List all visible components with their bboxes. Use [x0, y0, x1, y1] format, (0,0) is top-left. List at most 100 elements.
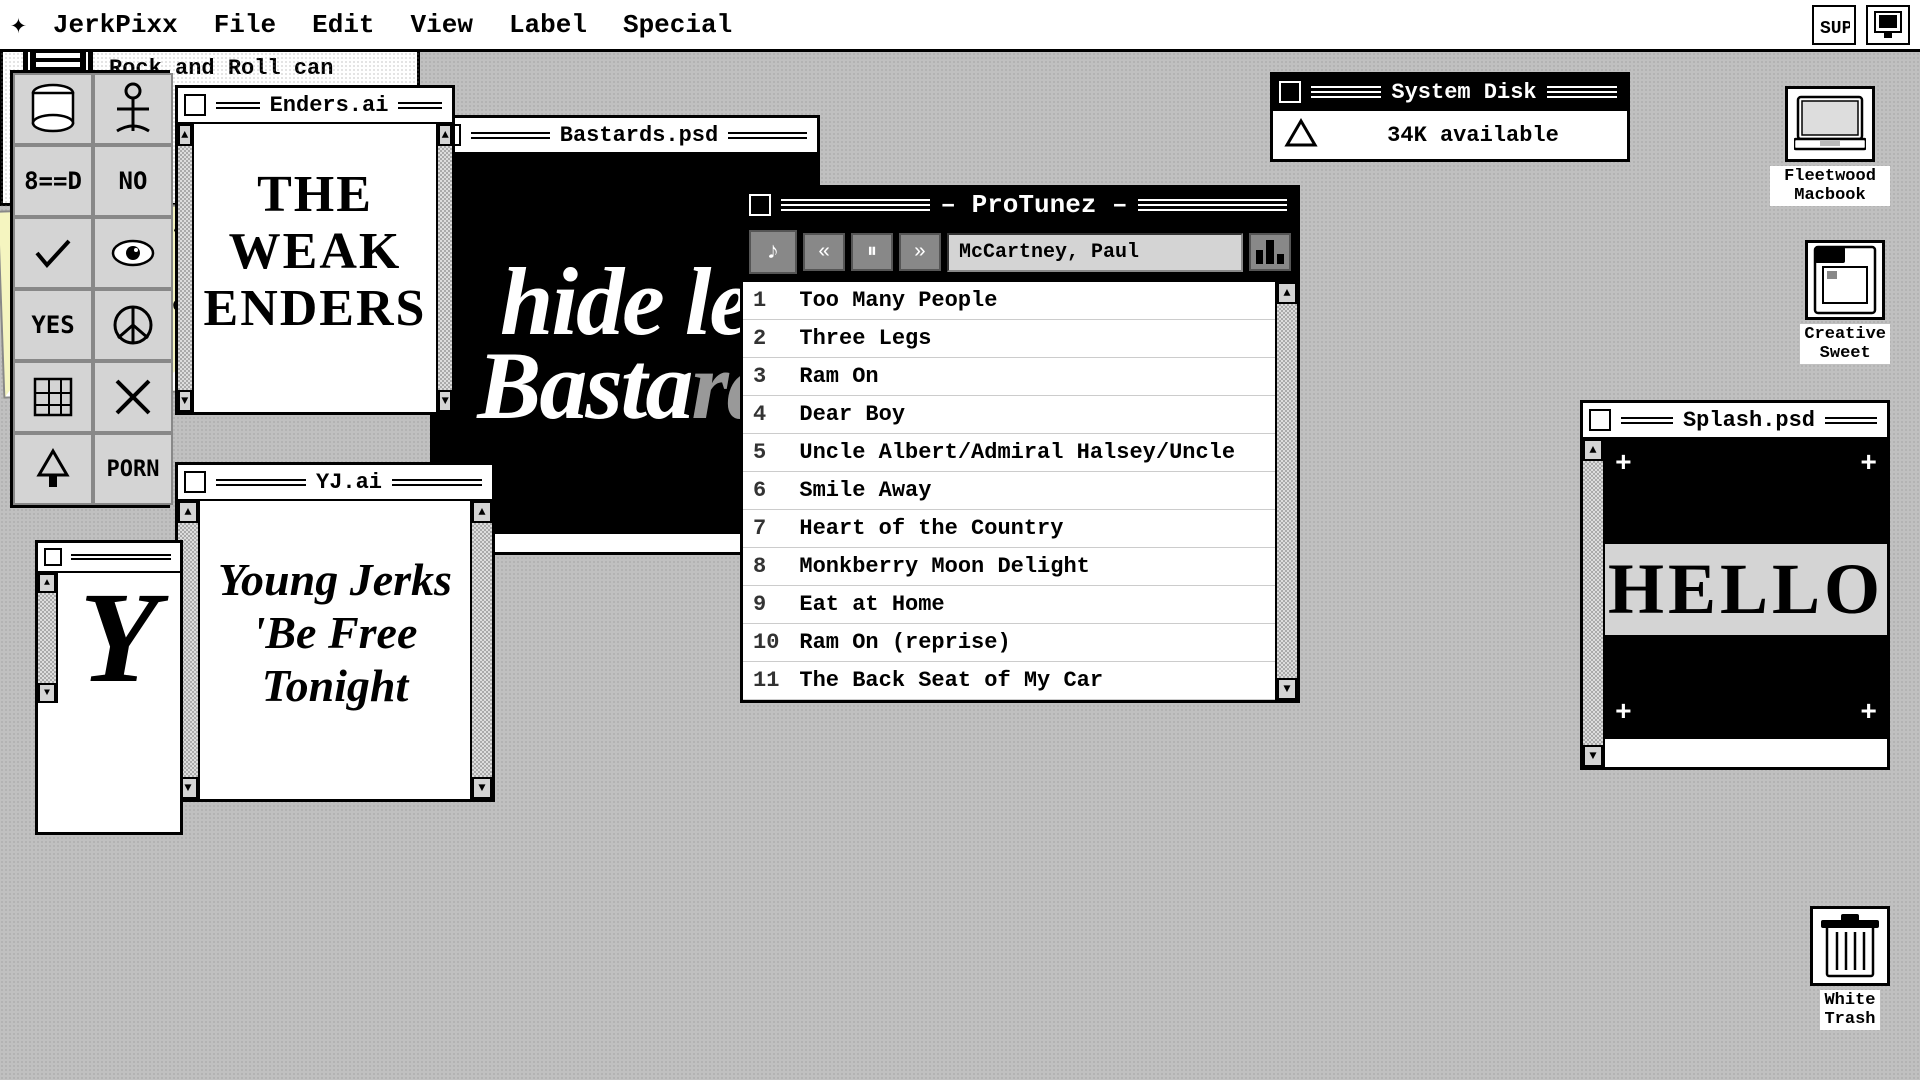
- splash-close[interactable]: [1589, 409, 1611, 431]
- tool-porn[interactable]: PORN: [93, 433, 173, 505]
- scroll-down-arrow[interactable]: ▼: [1277, 678, 1297, 700]
- system-disk-window: System Disk 34K available: [1270, 72, 1630, 162]
- desktop-icon-fleetwood[interactable]: FleetwoodMacbook: [1770, 86, 1890, 206]
- yj-scroll-down2[interactable]: ▼: [472, 777, 492, 799]
- icon-win-close[interactable]: [44, 548, 62, 566]
- yj-body: ▲ ▼ Young Jerks'Be FreeTonight ▲ ▼: [178, 501, 492, 799]
- splash-content: + + + + + + HELLO: [1605, 439, 1887, 739]
- splash-scroll-up[interactable]: ▲: [1583, 439, 1603, 461]
- menu-special[interactable]: Special: [605, 6, 750, 44]
- apple-menu-icon[interactable]: ✦: [10, 7, 27, 42]
- track-row[interactable]: 4Dear Boy: [743, 396, 1275, 434]
- yj-scroll-up[interactable]: ▲: [178, 501, 198, 523]
- splash-titlebar[interactable]: Splash.psd: [1583, 403, 1887, 439]
- tool-cross[interactable]: [93, 361, 173, 433]
- enders-scroll-up[interactable]: ▲: [178, 124, 192, 146]
- splash-titlebar-lines-right: [1821, 417, 1881, 424]
- fleetwood-label: FleetwoodMacbook: [1770, 166, 1890, 206]
- plus-1: +: [1615, 449, 1632, 480]
- track-name: The Back Seat of My Car: [789, 662, 1275, 700]
- rewind-button[interactable]: «: [803, 233, 845, 271]
- track-row[interactable]: 5Uncle Albert/Admiral Halsey/Uncle: [743, 434, 1275, 472]
- splash-scroll-down[interactable]: ▼: [1583, 745, 1603, 767]
- close-button[interactable]: [1279, 81, 1301, 103]
- desktop-icon-white-trash[interactable]: WhiteTrash: [1810, 906, 1890, 1030]
- track-number: 3: [743, 358, 789, 396]
- scroll-up-arrow[interactable]: ▲: [1277, 282, 1297, 304]
- track-row[interactable]: 8Monkberry Moon Delight: [743, 548, 1275, 586]
- track-row[interactable]: 11The Back Seat of My Car: [743, 662, 1275, 700]
- enders-scrollbar-left[interactable]: ▲ ▼: [178, 124, 194, 412]
- tool-anchor[interactable]: [93, 73, 173, 145]
- yj-titlebar[interactable]: YJ.ai: [178, 465, 492, 501]
- icon-scroll-up[interactable]: ▲: [38, 573, 56, 593]
- yj-scroll-up2[interactable]: ▲: [472, 501, 492, 523]
- track-row[interactable]: 1Too Many People: [743, 282, 1275, 320]
- desktop-icon-creative-sweet[interactable]: CreativeSweet: [1800, 240, 1890, 364]
- splash-scroll-track: [1583, 461, 1603, 745]
- enders-body: ▲ ▼ THEWEAKENDERS ▲ ▼: [178, 124, 452, 412]
- icon-win-content: Y: [58, 573, 180, 703]
- scroll-track: [1277, 304, 1297, 678]
- icon-scrollbar[interactable]: ▲ ▼: [38, 573, 58, 703]
- enders-titlebar[interactable]: Enders.ai: [178, 88, 452, 124]
- enders-close[interactable]: [184, 94, 206, 116]
- track-row[interactable]: 3Ram On: [743, 358, 1275, 396]
- system-disk-titlebar[interactable]: System Disk: [1273, 75, 1627, 111]
- track-row[interactable]: 9Eat at Home: [743, 586, 1275, 624]
- equalizer-icon[interactable]: [1249, 233, 1291, 271]
- menu-view[interactable]: View: [393, 6, 491, 44]
- bastards-title: Bastards.psd: [560, 123, 718, 148]
- menu-edit[interactable]: Edit: [294, 6, 392, 44]
- tool-cylinder[interactable]: [13, 73, 93, 145]
- menu-label[interactable]: Label: [491, 6, 605, 44]
- forward-button[interactable]: »: [899, 233, 941, 271]
- enders-scrollbar-right[interactable]: ▲ ▼: [436, 124, 452, 412]
- tool-8d[interactable]: 8==D: [13, 145, 93, 217]
- protunez-close[interactable]: [749, 194, 771, 216]
- tool-peace[interactable]: [93, 289, 173, 361]
- splash-scrollbar-left[interactable]: ▲ ▼: [1583, 439, 1605, 767]
- music-note-icon[interactable]: ♪: [749, 230, 797, 274]
- protunez-titlebar[interactable]: – ProTunez –: [743, 188, 1297, 224]
- icon-win-titlebar[interactable]: [38, 543, 180, 573]
- track-name: Heart of the Country: [789, 510, 1275, 548]
- track-row[interactable]: 10Ram On (reprise): [743, 624, 1275, 662]
- titlebar-lines-left: [777, 199, 934, 211]
- bastards-titlebar[interactable]: Bastards.psd: [433, 118, 817, 154]
- tool-no[interactable]: NO: [93, 145, 173, 217]
- protunez-scrollbar[interactable]: ▲ ▼: [1275, 282, 1297, 700]
- plus-4: +: [1860, 698, 1877, 729]
- enders-content: THEWEAKENDERS: [194, 124, 437, 379]
- enders-scroll-down2[interactable]: ▼: [438, 390, 452, 412]
- track-row[interactable]: 2Three Legs: [743, 320, 1275, 358]
- monitor-icon[interactable]: [1866, 5, 1910, 45]
- track-name: Monkberry Moon Delight: [789, 548, 1275, 586]
- enders-titlebar-lines: [212, 102, 264, 109]
- track-row[interactable]: 6Smile Away: [743, 472, 1275, 510]
- trash-icon: [1821, 912, 1879, 980]
- icon-win-body: ▲ ▼ Y: [38, 573, 180, 703]
- tool-grid[interactable]: [13, 361, 93, 433]
- cassette-line3: [36, 53, 80, 58]
- splash-titlebar-lines: [1617, 417, 1677, 424]
- icon-letter-window: ▲ ▼ Y: [35, 540, 183, 835]
- sup-icon[interactable]: SUP: [1812, 5, 1856, 45]
- icon-scroll-down[interactable]: ▼: [38, 683, 56, 703]
- yj-text-display: Young Jerks'Be FreeTonight: [218, 554, 452, 713]
- track-row[interactable]: 7Heart of the Country: [743, 510, 1275, 548]
- tool-arrow-up[interactable]: [13, 433, 93, 505]
- enders-text-display: THEWEAKENDERS: [204, 166, 427, 338]
- white-trash-label: WhiteTrash: [1820, 990, 1879, 1030]
- enders-scroll-up2[interactable]: ▲: [438, 124, 452, 146]
- tool-check[interactable]: [13, 217, 93, 289]
- menu-file[interactable]: File: [196, 6, 294, 44]
- enders-scroll-down[interactable]: ▼: [178, 390, 192, 412]
- tool-eye[interactable]: [93, 217, 173, 289]
- yj-scrollbar-right[interactable]: ▲ ▼: [470, 501, 492, 799]
- track-name: Ram On (reprise): [789, 624, 1275, 662]
- yj-close[interactable]: [184, 471, 206, 493]
- tool-yes[interactable]: YES: [13, 289, 93, 361]
- track-name: Dear Boy: [789, 396, 1275, 434]
- pause-button[interactable]: ⏸: [851, 233, 893, 271]
